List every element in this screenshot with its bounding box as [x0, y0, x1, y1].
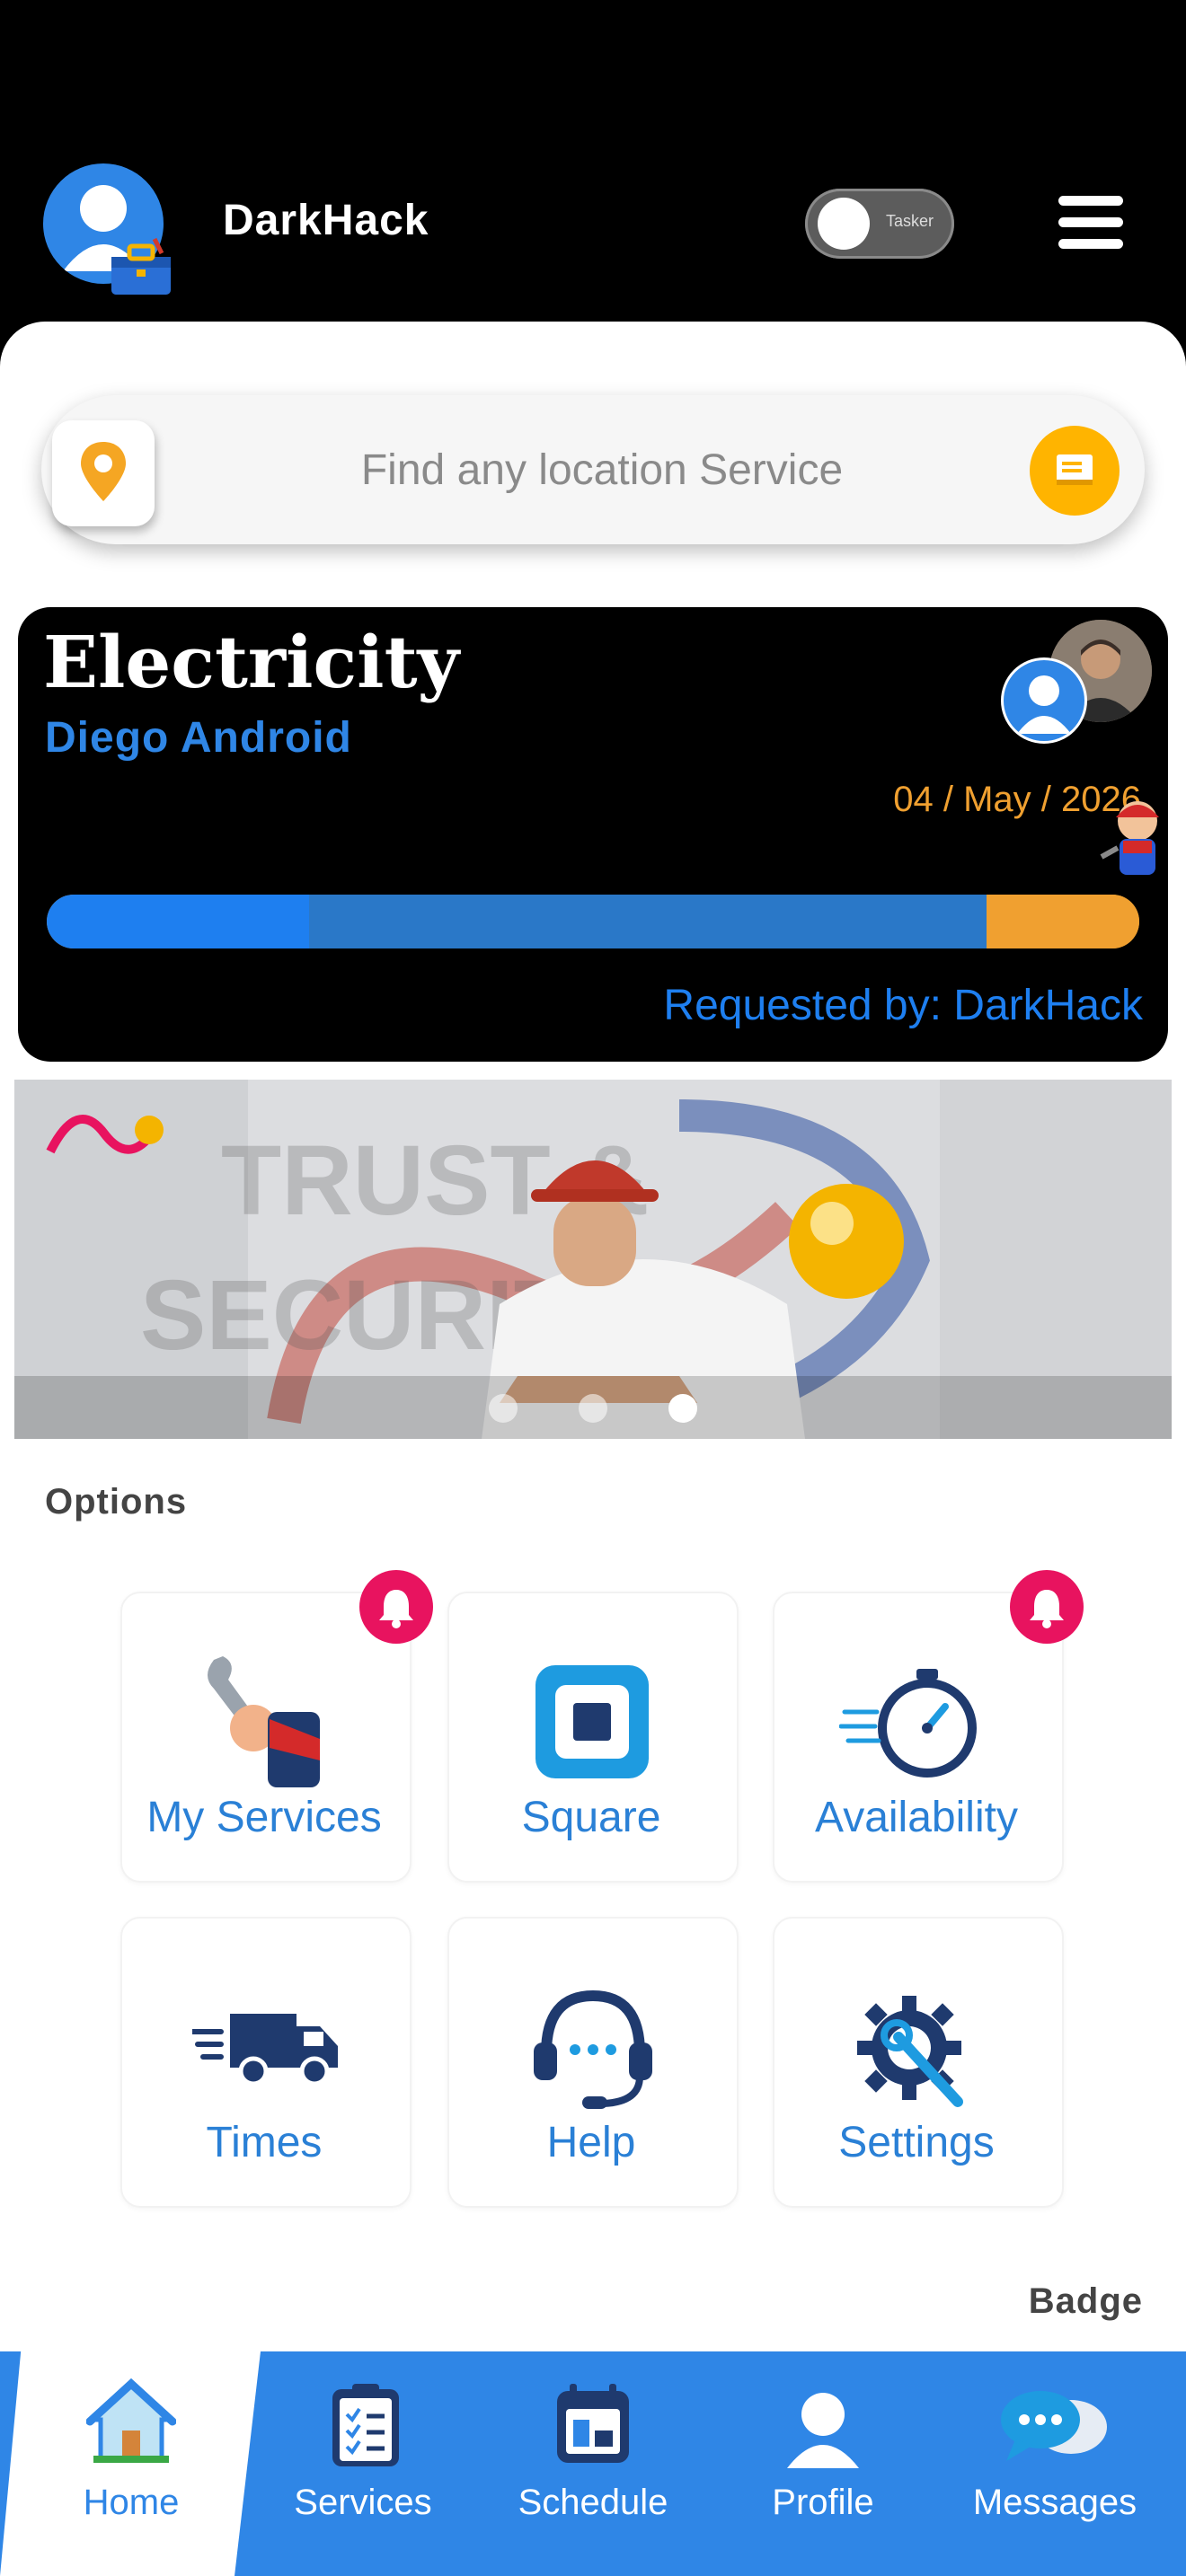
- options-heading: Options: [45, 1482, 188, 1522]
- toggle-knob[interactable]: [818, 198, 870, 250]
- progress-segment: [986, 895, 1139, 948]
- option-label: My Services: [146, 1794, 382, 1841]
- book-button[interactable]: [1030, 426, 1120, 516]
- nav-schedule[interactable]: Schedule: [476, 2483, 710, 2523]
- clipboard-icon[interactable]: [327, 2380, 404, 2470]
- book-icon: [1057, 454, 1093, 485]
- bell-glyph-icon: [379, 1590, 413, 1628]
- bell-glyph-icon: [1030, 1590, 1064, 1628]
- truck-icon: [192, 2014, 338, 2086]
- square-icon: [535, 1665, 649, 1778]
- hamburger-menu-icon[interactable]: [1058, 196, 1123, 250]
- username: DarkHack: [223, 197, 429, 244]
- service-provider: Diego Android: [45, 714, 352, 762]
- wrench-hand-icon: [208, 1656, 320, 1787]
- profile-icon[interactable]: [783, 2389, 863, 2468]
- notification-bell-icon[interactable]: [359, 1570, 433, 1644]
- nav-home[interactable]: Home: [14, 2483, 248, 2523]
- carousel-dot[interactable]: [579, 1394, 607, 1423]
- headset-icon: [534, 1989, 652, 2109]
- service-date: 04 / May / 2026: [893, 780, 1141, 819]
- option-label: Square: [521, 1794, 661, 1841]
- option-label: Times: [206, 2119, 323, 2166]
- gear-wrench-icon: [857, 1996, 963, 2107]
- home-icon[interactable]: [86, 2377, 176, 2466]
- location-pin-icon: [81, 442, 126, 501]
- option-label: Settings: [838, 2119, 995, 2166]
- notification-bell-icon[interactable]: [1010, 1570, 1084, 1644]
- chat-bubbles-icon[interactable]: [997, 2386, 1111, 2466]
- toggle-label: Tasker: [886, 212, 934, 230]
- top-bar: [0, 0, 1186, 341]
- option-label: Availability: [815, 1794, 1018, 1841]
- carousel-dot[interactable]: [489, 1394, 518, 1423]
- nav-services[interactable]: Services: [246, 2483, 480, 2523]
- service-progress-bar: [47, 895, 1139, 948]
- mascot-icon: [1100, 801, 1159, 875]
- progress-segment: [308, 895, 987, 948]
- service-title: Electricity: [43, 620, 460, 704]
- nav-messages[interactable]: Messages: [938, 2483, 1172, 2523]
- location-pin-button[interactable]: [52, 420, 155, 526]
- option-label: Help: [546, 2119, 636, 2166]
- requester-avatar: [1001, 657, 1087, 744]
- user-silhouette-icon: [1017, 675, 1071, 734]
- toolbox-icon: [111, 237, 171, 295]
- requested-by: Requested by: DarkHack: [663, 982, 1143, 1029]
- stopwatch-icon: [839, 1669, 977, 1778]
- progress-segment: [47, 895, 309, 948]
- badge-label: Badge: [1028, 2281, 1143, 2321]
- search-placeholder[interactable]: Find any location Service: [270, 446, 934, 495]
- calendar-icon[interactable]: [553, 2380, 633, 2466]
- nav-profile[interactable]: Profile: [706, 2483, 940, 2523]
- carousel-dot[interactable]: [668, 1394, 697, 1423]
